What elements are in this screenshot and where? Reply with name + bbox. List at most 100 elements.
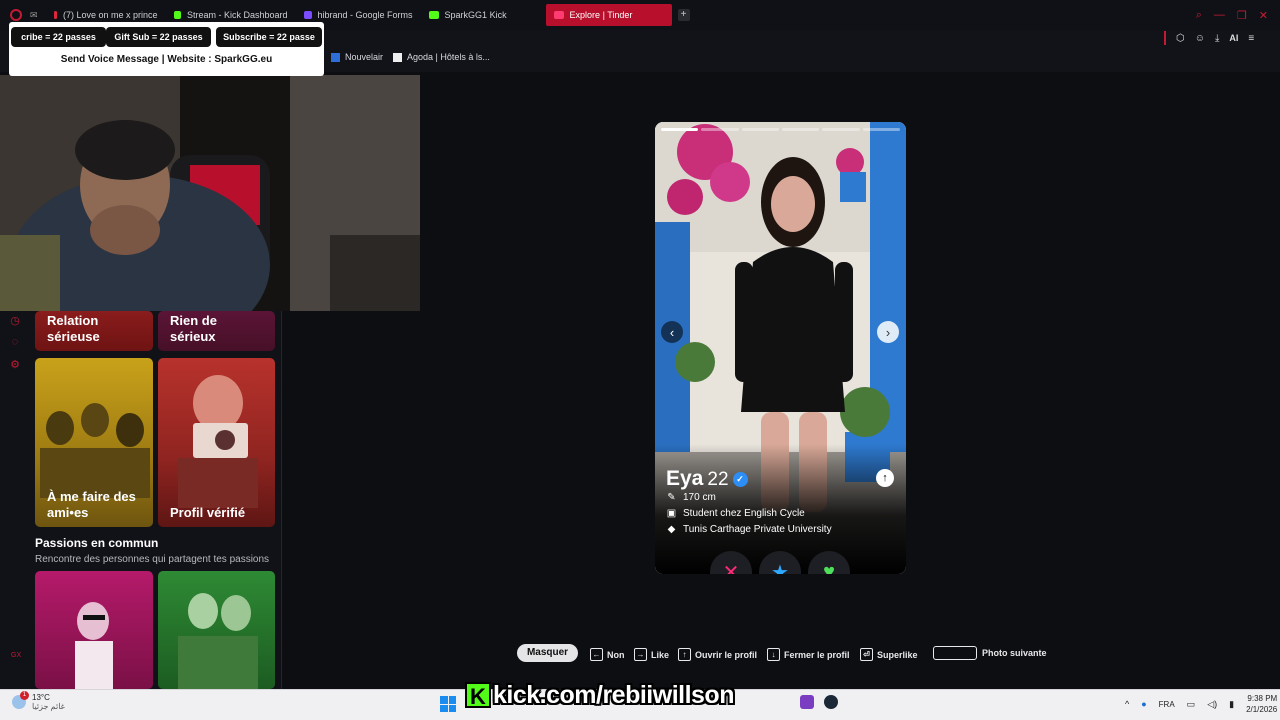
temperature: 13°C: [32, 693, 50, 702]
tab-mail-icon[interactable]: ✉: [30, 10, 38, 21]
ruler-icon: ✎: [667, 492, 676, 503]
overlay-message: Send Voice Message | Website : SparkGG.e…: [60, 54, 273, 65]
photo-progress: [661, 128, 900, 131]
account-icon[interactable]: ☺: [1195, 33, 1205, 44]
taskbar-app-icons: [800, 695, 838, 709]
photo-progress-segment: [781, 128, 820, 131]
microphone-icon[interactable]: ●: [1141, 699, 1146, 709]
profile-name-text: Eya: [666, 467, 704, 490]
hide-shortcuts-button[interactable]: Masquer: [517, 644, 578, 662]
profile-height: ✎ 170 cm: [667, 492, 716, 503]
clock-date: 2/1/2026: [1246, 705, 1278, 714]
webcam-feed: [0, 75, 420, 311]
new-tab-button[interactable]: +: [677, 9, 690, 21]
profile-card[interactable]: ‹ › Eya 22 ✓ ↑ ✎ 170 cm ▣ Student chez Engli…: [655, 122, 906, 574]
download-icon[interactable]: ⤓: [1215, 33, 1219, 44]
photo-progress-segment: [701, 128, 739, 131]
photo-progress-segment: [862, 128, 900, 131]
open-profile-icon[interactable]: ↑: [876, 469, 894, 487]
graduation-cap-icon: ◆: [667, 524, 676, 535]
minimize-icon[interactable]: —: [1214, 9, 1225, 21]
kick-url: kick.com/rebiiwillson: [493, 680, 734, 709]
card-label: À me faire des ami•es: [47, 489, 136, 520]
battery-icon[interactable]: ▮: [1229, 699, 1234, 710]
photo-progress-segment: [822, 128, 860, 131]
volume-icon[interactable]: ◁): [1207, 699, 1217, 710]
card-make-friends[interactable]: À me faire des ami•es: [35, 358, 153, 527]
weather-icon: 1: [12, 691, 29, 709]
tinder-icon: [553, 11, 564, 19]
menu-icon[interactable]: ≡: [1248, 33, 1254, 44]
next-photo-button[interactable]: ›: [877, 321, 899, 343]
bookmark-nouvelair[interactable]: Nouvelair: [331, 52, 383, 62]
kick-logo-icon: K: [465, 682, 491, 709]
app-icon[interactable]: [800, 695, 814, 709]
shortcut-superlike: ⏎ Superlike: [860, 648, 918, 661]
tab-tinder[interactable]: Explore | Tinder: [545, 4, 672, 26]
arrow-up-key-icon: ↑: [678, 648, 691, 661]
arrow-right-key-icon: →: [634, 648, 647, 661]
space-key-icon: [933, 646, 977, 660]
shortcut-open-profile: ↑ Ouvrir le profil: [678, 648, 757, 661]
maximize-icon[interactable]: ❐: [1237, 9, 1247, 22]
previous-photo-button[interactable]: ‹: [661, 321, 683, 343]
toolbar-right-icons: ⬡ ☺ ⤓ AI ≡: [1164, 30, 1254, 46]
shortcut-no: ← Non: [590, 648, 625, 661]
enter-key-icon: ⏎: [860, 648, 873, 661]
briefcase-icon: ▣: [666, 508, 677, 519]
camera-photo: [178, 375, 258, 508]
opera-logo-icon[interactable]: [10, 9, 22, 21]
card-serious-relationship[interactable]: Relation sérieuse: [35, 311, 153, 351]
webcam-scene: [0, 75, 420, 311]
card-verified-profile[interactable]: Profil vérifié: [158, 358, 275, 527]
card-label: Relation sérieuse: [47, 313, 100, 344]
weather-widget[interactable]: 1 13°C غائم جزئيا: [12, 691, 65, 711]
close-icon[interactable]: ✕: [1259, 9, 1268, 22]
steam-icon[interactable]: [824, 695, 838, 709]
forms-icon: [303, 11, 312, 19]
weather-note: غائم جزئيا: [32, 702, 65, 711]
verified-badge-icon: ✓: [732, 471, 748, 487]
chevron-up-icon[interactable]: ^: [1125, 699, 1129, 709]
extensions-icon[interactable]: ⬡: [1176, 33, 1185, 44]
photo-progress-segment: [741, 128, 779, 131]
card-nothing-serious[interactable]: Rien de sérieux: [158, 311, 275, 351]
language-indicator[interactable]: FRA: [1159, 700, 1175, 709]
arrow-left-key-icon: ←: [590, 648, 603, 661]
shortcut-close-profile: ↓ Fermer le profil: [767, 648, 850, 661]
clock-time: 9:38 PM: [1247, 694, 1278, 703]
youtube-icon: [53, 11, 57, 19]
history-icon[interactable]: ◷: [8, 314, 22, 328]
card-passion-2[interactable]: [158, 571, 275, 689]
ai-button[interactable]: AI: [1229, 33, 1238, 43]
section-subtitle: Rencontre des personnes qui partagent te…: [35, 554, 270, 565]
profile-school: ◆ Tunis Carthage Private University: [667, 524, 832, 535]
profile-name: Eya 22 ✓: [666, 467, 748, 491]
kick-url-banner: K kick.com/rebiiwillson: [465, 678, 734, 712]
tab-sparkgg-kick[interactable]: SparkGG1 Kick: [421, 4, 546, 26]
overlay-pill: cribe = 22 passes: [11, 27, 106, 47]
nouvelair-icon: [331, 52, 340, 62]
card-label: Profil vérifié: [170, 505, 246, 520]
profile-age: 22: [707, 469, 729, 490]
system-tray: ^ ● FRA ▭ ◁) ▮ 9:38 PM 2/1/2026: [1125, 692, 1277, 716]
bookmark-agoda[interactable]: Agoda | Hôtels à ls...: [393, 52, 490, 62]
passion-photo: [178, 593, 258, 689]
profile-job: ▣ Student chez English Cycle: [666, 508, 805, 519]
display-icon[interactable]: ▭: [1187, 699, 1196, 710]
windows-start-icon[interactable]: [440, 696, 456, 712]
shortcut-like: → Like: [634, 648, 669, 661]
overlay-pill: Gift Sub = 22 passes: [106, 27, 211, 47]
card-passion-1[interactable]: [35, 571, 153, 689]
settings-icon[interactable]: ⚙: [8, 358, 22, 372]
agoda-icon: [393, 52, 402, 62]
search-icon[interactable]: ⌕: [1196, 9, 1202, 22]
clock[interactable]: 9:38 PM 2/1/2026: [1246, 693, 1277, 715]
passion-photo: [75, 602, 113, 689]
stream-overlay: cribe = 22 passes Gift Sub = 22 passes S…: [9, 22, 324, 76]
photo-progress-segment: [661, 128, 699, 131]
chat-icon[interactable]: ◌: [8, 336, 22, 350]
section-title: Passions en commun: [35, 536, 159, 550]
overlay-pill: Subscribe = 22 passe: [216, 27, 322, 47]
notification-count: 1: [20, 691, 29, 700]
